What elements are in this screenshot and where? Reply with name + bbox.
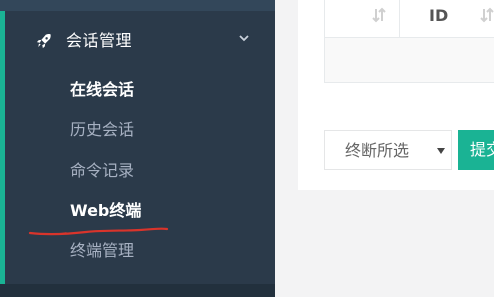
table-header-id-column[interactable]: ID	[400, 0, 494, 37]
content-panel: ID 终断所选 提交	[298, 0, 494, 190]
sidebar-item-web-terminal[interactable]: Web终端	[70, 200, 141, 222]
sidebar-item-online-sessions[interactable]: 在线会话	[70, 79, 134, 101]
sidebar: 会话管理 在线会话 历史会话 命令记录 Web终端 终端管理	[0, 0, 275, 297]
main-content: ID 终断所选 提交	[275, 0, 494, 297]
rocket-icon	[36, 33, 51, 49]
sidebar-item-terminal-management[interactable]: 终端管理	[70, 240, 134, 262]
id-column-label: ID	[429, 6, 449, 25]
sidebar-item-session-history[interactable]: 历史会话	[70, 119, 134, 141]
bulk-action-select[interactable]: 终断所选	[324, 130, 452, 170]
menu-session-management[interactable]: 会话管理	[5, 20, 275, 62]
sidebar-top-divider	[0, 0, 275, 11]
submit-button-label: 提交	[470, 140, 494, 159]
sort-icon[interactable]	[371, 6, 387, 24]
sidebar-item-command-log[interactable]: 命令记录	[70, 160, 134, 182]
chevron-down-icon[interactable]	[237, 33, 251, 43]
table-row	[324, 38, 494, 83]
table-header-select-column[interactable]	[325, 0, 400, 37]
red-underline-annotation	[28, 227, 169, 236]
sidebar-footer-band	[0, 284, 275, 297]
submit-button[interactable]: 提交	[458, 130, 494, 170]
caret-down-icon	[437, 148, 445, 154]
table-header: ID	[324, 0, 494, 38]
bulk-action-select-value: 终断所选	[345, 141, 410, 160]
sort-icon[interactable]	[479, 6, 494, 24]
app-root: 会话管理 在线会话 历史会话 命令记录 Web终端 终端管理 ID 终断所选 提	[0, 0, 494, 297]
menu-session-management-label: 会话管理	[66, 31, 133, 50]
